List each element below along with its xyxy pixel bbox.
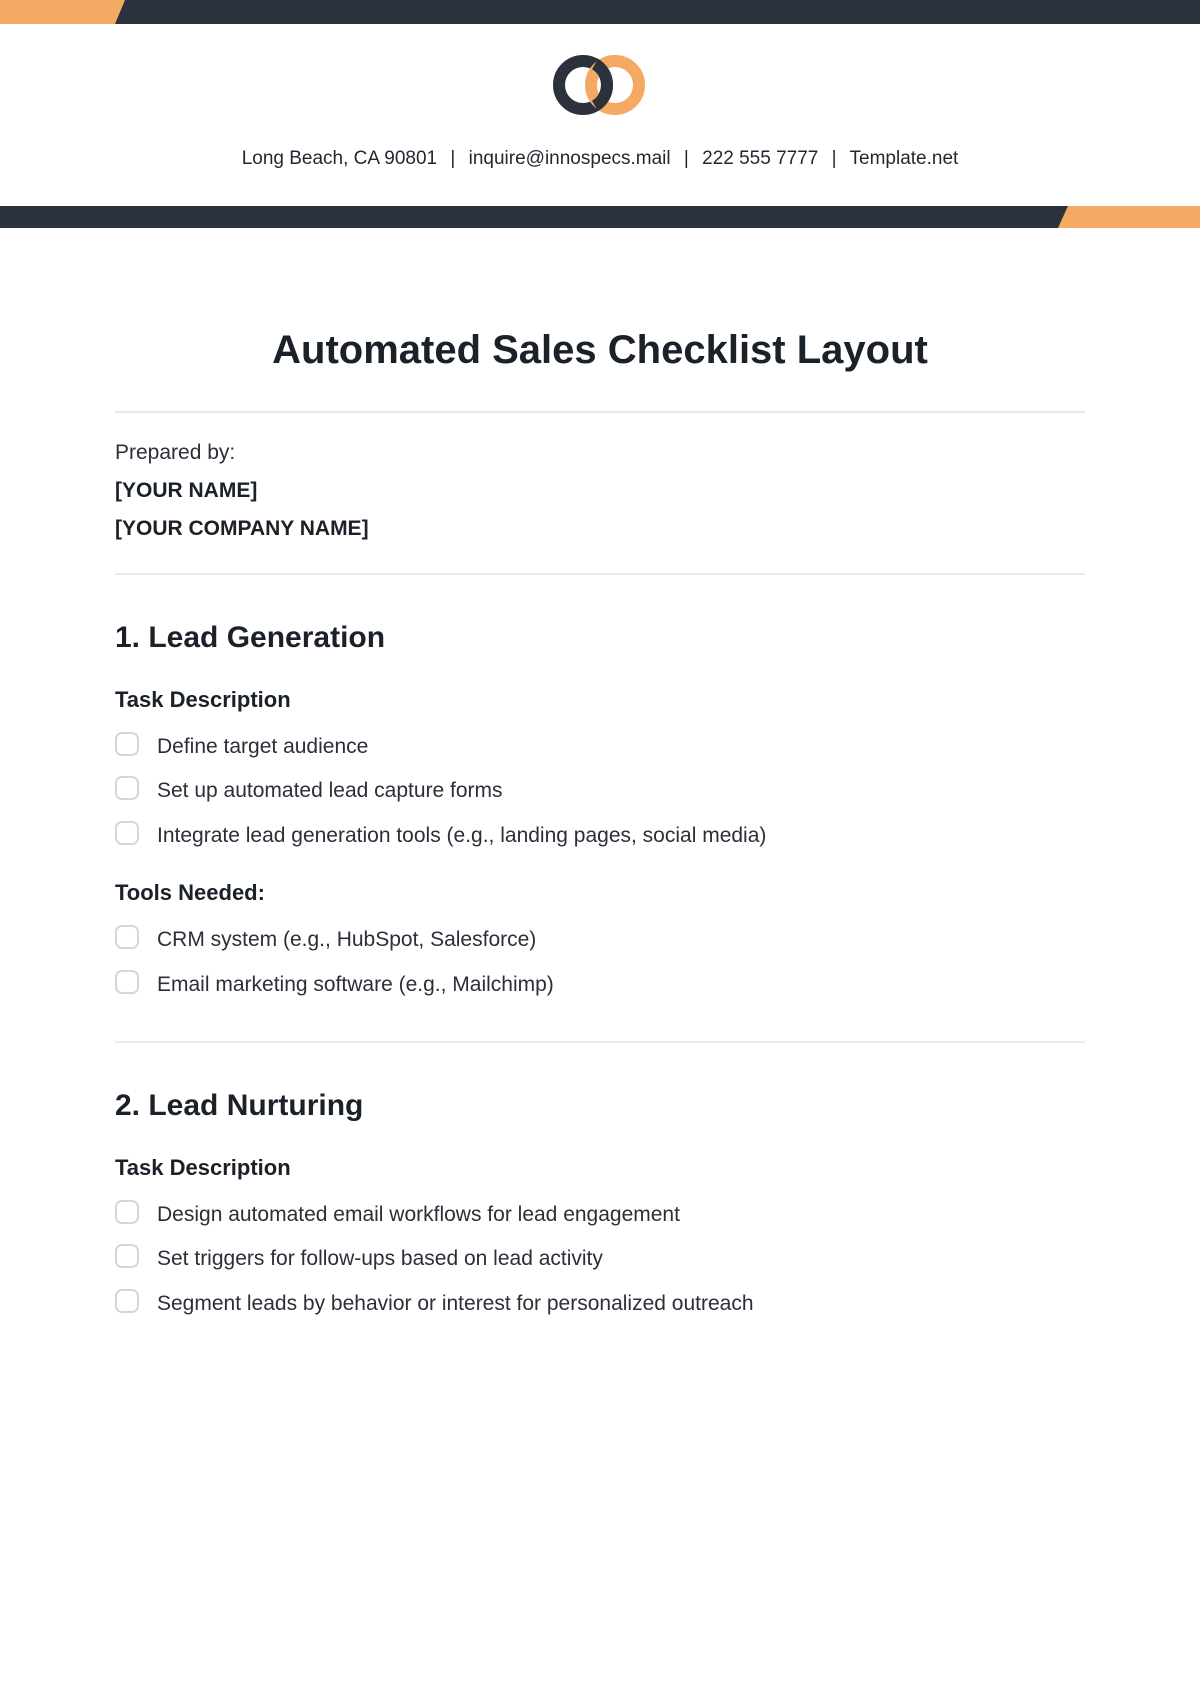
page-title: Automated Sales Checklist Layout [115,328,1085,373]
checklist-text: Design automated email workflows for lea… [157,1199,680,1229]
checkbox[interactable] [115,1200,139,1224]
top-banner [0,0,1200,24]
checklist-text: Email marketing software (e.g., Mailchim… [157,969,554,999]
checkbox[interactable] [115,1244,139,1268]
banner-dark-left [0,206,1072,228]
prepared-by-name: [YOUR NAME] [115,479,1085,503]
banner-accent-right [1058,206,1200,228]
checkbox[interactable] [115,776,139,800]
contact-phone: 222 555 7777 [702,148,818,169]
contact-address: Long Beach, CA 90801 [242,148,437,169]
group-heading: Task Description [115,1155,1085,1181]
checklist-item: Set triggers for follow-ups based on lea… [115,1243,1085,1273]
checkbox[interactable] [115,821,139,845]
section-heading: 2. Lead Nurturing [115,1089,1085,1123]
contact-site: Template.net [850,148,959,169]
checklist-text: Define target audience [157,731,368,761]
prepared-by-company: [YOUR COMPANY NAME] [115,517,1085,541]
checklist-text: CRM system (e.g., HubSpot, Salesforce) [157,924,536,954]
checklist-item: Design automated email workflows for lea… [115,1199,1085,1229]
divider-rule [115,573,1085,575]
banner-dark-right [115,0,1200,24]
contact-line: Long Beach, CA 90801 | inquire@innospecs… [0,148,1200,170]
logo-area [0,50,1200,125]
section-lead-generation: 1. Lead Generation Task Description Defi… [115,621,1085,1043]
checklist-text: Set triggers for follow-ups based on lea… [157,1243,603,1273]
divider: | [450,148,455,169]
checklist-item: Segment leads by behavior or interest fo… [115,1288,1085,1318]
prepared-by-label: Prepared by: [115,441,1085,465]
banner-accent-left [0,0,130,24]
checklist-item: Set up automated lead capture forms [115,775,1085,805]
checklist-text: Set up automated lead capture forms [157,775,503,805]
checklist-text: Segment leads by behavior or interest fo… [157,1288,754,1318]
group-heading: Tools Needed: [115,880,1085,906]
group-heading: Task Description [115,687,1085,713]
checklist-text: Integrate lead generation tools (e.g., l… [157,820,766,850]
contact-email: inquire@innospecs.mail [469,148,671,169]
section-heading: 1. Lead Generation [115,621,1085,655]
document-content: Automated Sales Checklist Layout Prepare… [115,300,1085,1332]
section-lead-nurturing: 2. Lead Nurturing Task Description Desig… [115,1089,1085,1318]
checkbox[interactable] [115,970,139,994]
company-logo-icon [545,50,655,125]
prepared-by-block: Prepared by: [YOUR NAME] [YOUR COMPANY N… [115,441,1085,541]
checklist-item: Define target audience [115,731,1085,761]
divider: | [684,148,689,169]
checklist-item: CRM system (e.g., HubSpot, Salesforce) [115,924,1085,954]
divider-rule [115,411,1085,413]
divider-rule [115,1041,1085,1043]
checkbox[interactable] [115,1289,139,1313]
checklist-item: Integrate lead generation tools (e.g., l… [115,820,1085,850]
secondary-banner [0,206,1200,228]
checkbox[interactable] [115,925,139,949]
checklist-item: Email marketing software (e.g., Mailchim… [115,969,1085,999]
checkbox[interactable] [115,732,139,756]
divider: | [832,148,837,169]
